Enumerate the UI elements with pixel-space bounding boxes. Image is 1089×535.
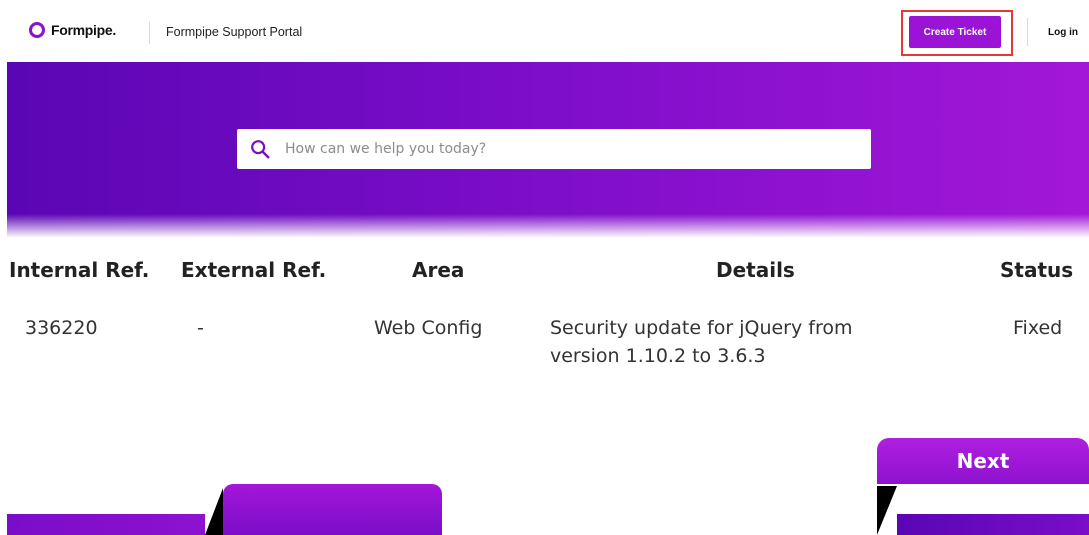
- tab-edge-decoration: [877, 486, 897, 535]
- hero-banner: [7, 62, 1089, 238]
- search-icon: [251, 140, 270, 159]
- column-header-external-ref: External Ref.: [181, 258, 327, 282]
- logo-text: Formpipe.: [51, 22, 116, 38]
- tab-decoration: [7, 514, 205, 535]
- cell-internal-ref: 336220: [25, 317, 98, 339]
- column-header-details: Details: [716, 258, 795, 282]
- details-line: version 1.10.2 to 3.6.3: [550, 345, 766, 367]
- login-link[interactable]: Log in: [1048, 27, 1078, 38]
- cell-area: Web Config: [374, 317, 483, 339]
- nav-divider: [1027, 18, 1028, 46]
- portal-title[interactable]: Formpipe Support Portal: [166, 25, 302, 39]
- table-header: Internal Ref. External Ref. Area Details…: [0, 258, 1089, 288]
- logo-ring-icon: [29, 22, 45, 38]
- hero-fade: [7, 214, 1089, 238]
- tab-edge-decoration: [205, 488, 223, 535]
- column-header-area: Area: [412, 258, 465, 282]
- next-strip: [877, 484, 1089, 514]
- formpipe-logo[interactable]: Formpipe.: [29, 22, 116, 38]
- column-header-status: Status: [1000, 258, 1074, 282]
- column-header-internal-ref: Internal Ref.: [9, 258, 150, 282]
- cell-external-ref: -: [197, 317, 204, 339]
- cell-details: Security update for jQuery from version …: [550, 314, 853, 370]
- top-navigation: Formpipe. Formpipe Support Portal Create…: [0, 0, 1089, 62]
- next-button[interactable]: Next: [877, 438, 1089, 484]
- nav-divider: [149, 22, 150, 44]
- cell-status: Fixed: [1013, 317, 1063, 339]
- search-input[interactable]: [283, 128, 871, 170]
- tab-decoration[interactable]: [223, 484, 442, 535]
- search-bar[interactable]: [237, 128, 871, 170]
- tab-decoration: [897, 514, 1089, 535]
- details-line: Security update for jQuery from: [550, 317, 853, 339]
- create-ticket-button[interactable]: Create Ticket: [909, 16, 1001, 48]
